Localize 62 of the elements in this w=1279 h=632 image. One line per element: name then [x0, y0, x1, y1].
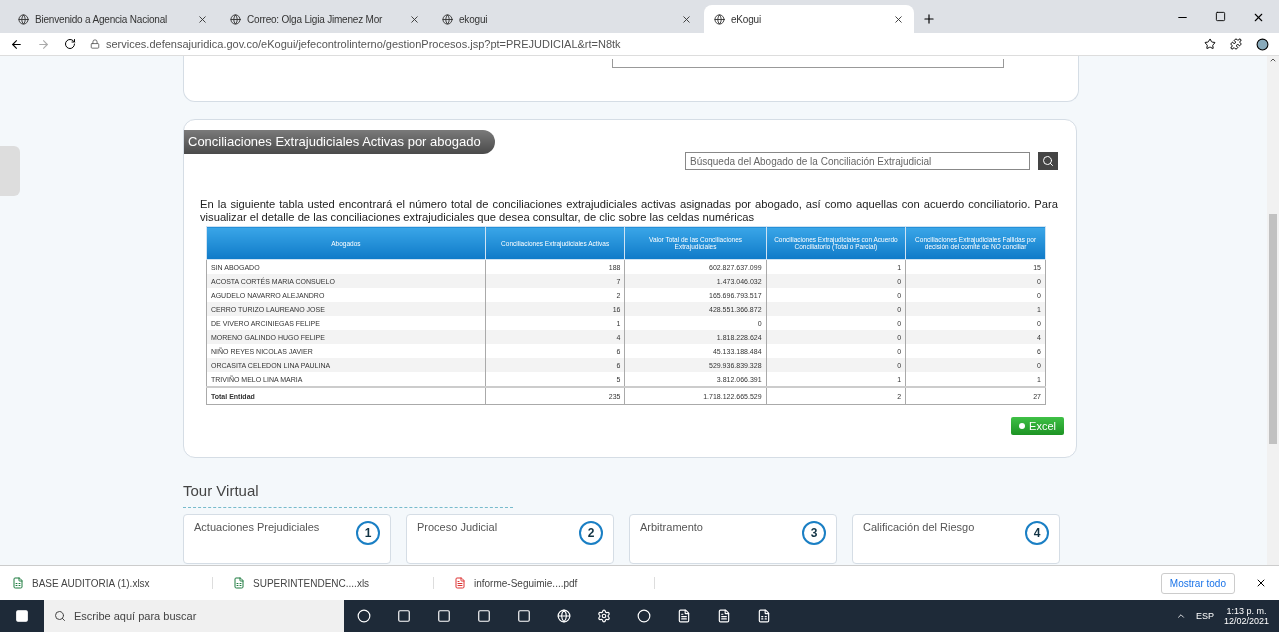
maximize-icon[interactable]: [1215, 11, 1226, 22]
taskbar-search[interactable]: Escribe aquí para buscar: [44, 600, 344, 632]
spreadsheet-icon: [12, 577, 24, 589]
step-label: Actuaciones Prejudiciales: [194, 521, 321, 535]
step-label: Calificación del Riesgo: [863, 521, 976, 535]
close-icon[interactable]: [893, 13, 904, 25]
tray-icon[interactable]: [1175, 611, 1186, 621]
section-title: Tour Virtual: [183, 482, 260, 499]
step-label: Arbitramento: [640, 521, 704, 535]
search-icon: [54, 610, 66, 622]
browser-tab[interactable]: eKogui: [704, 5, 914, 33]
step-number: 2: [579, 521, 603, 545]
tour-step-card[interactable]: Proceso Judicial 2: [406, 514, 614, 564]
address-bar[interactable]: services.defensajuridica.gov.co/eKogui/jefecontrolinterno/gestionProcesos.jsp?pt=PREJUDICIAL&rt=N8tk: [106, 38, 621, 50]
reload-icon[interactable]: [64, 38, 76, 50]
browser-tab[interactable]: Correo: Olga Ligia Jimenez Mor: [220, 5, 430, 33]
windows-icon[interactable]: [15, 609, 29, 623]
app-icon[interactable]: [637, 609, 651, 623]
new-tab-icon[interactable]: [922, 12, 936, 26]
search-button[interactable]: [1038, 152, 1058, 170]
description-text: En la siguiente tabla usted encontrará el número total de conciliaciones extrajudiciales activas asignadas por abogado, así como aquellas con acuerdo conciliatorio. Para visualizar el detalle de las conciliaciones extrajudiciales que desea consultar, de clic sobre las celdas numéricas: [200, 198, 1058, 224]
profile-icon[interactable]: [1256, 37, 1269, 51]
taskview-icon[interactable]: [357, 609, 371, 623]
back-icon[interactable]: [10, 37, 23, 51]
step-label: Proceso Judicial: [417, 521, 499, 535]
close-icon[interactable]: [197, 13, 208, 25]
gear-icon[interactable]: [597, 609, 611, 623]
search-field[interactable]: Búsqueda del Abogado de la Conciliación Extrajudicial: [685, 152, 1030, 170]
download-item[interactable]: BASE AUDITORIA (1).xlsx: [12, 577, 213, 589]
scroll-up-icon[interactable]: [1269, 56, 1277, 64]
close-icon[interactable]: [1255, 577, 1267, 589]
download-item[interactable]: SUPERINTENDENC....xls: [233, 577, 434, 589]
language-indicator[interactable]: ESP: [1195, 611, 1214, 621]
globe-icon: [714, 13, 725, 25]
tour-step-card[interactable]: Calificación del Riesgo 4: [852, 514, 1060, 564]
spreadsheet-icon: [233, 577, 245, 589]
globe-icon: [442, 13, 453, 25]
close-icon[interactable]: [681, 13, 692, 25]
step-number: 3: [802, 521, 826, 545]
browser-tab[interactable]: Bienvenido a Agencia Nacional: [8, 5, 218, 33]
puzzle-icon[interactable]: [1230, 38, 1242, 50]
tour-step-card[interactable]: Actuaciones Prejudiciales 1: [183, 514, 391, 564]
step-number: 1: [356, 521, 380, 545]
browser-icon[interactable]: [557, 609, 571, 623]
close-icon[interactable]: [1252, 11, 1265, 24]
close-icon[interactable]: [409, 13, 420, 25]
download-item[interactable]: informe-Seguimie....pdf: [454, 577, 655, 589]
show-all-button[interactable]: Mostrar todo: [1160, 572, 1235, 594]
globe-icon: [18, 13, 29, 25]
browser-tab[interactable]: ekogui: [432, 5, 702, 33]
clock[interactable]: 1:13 p. m. 12/02/2021: [1223, 606, 1269, 626]
star-icon[interactable]: [1204, 38, 1216, 50]
tour-step-card[interactable]: Arbitramento 3: [629, 514, 837, 564]
globe-icon: [230, 13, 241, 25]
spreadsheet-icon[interactable]: [757, 609, 771, 623]
scrollbar-thumb[interactable]: [1269, 214, 1277, 444]
search-icon: [1042, 155, 1054, 167]
step-number: 4: [1025, 521, 1049, 545]
lock-icon: [90, 39, 100, 49]
panel-title: Conciliaciones Extrajudiciales Activas por abogado: [184, 130, 495, 154]
document-icon: [454, 577, 466, 589]
document-icon[interactable]: [677, 609, 691, 623]
